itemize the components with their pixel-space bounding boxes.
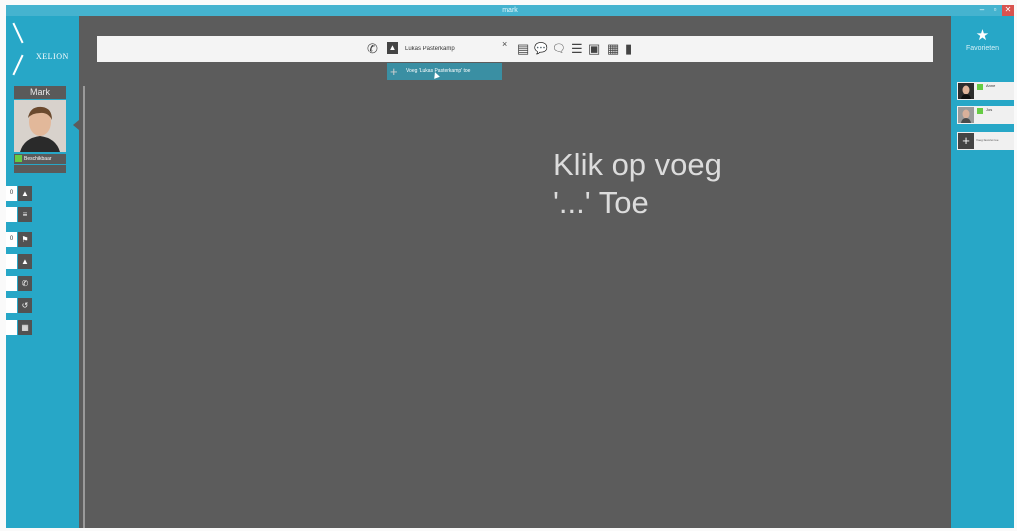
avatar[interactable]: [14, 100, 66, 152]
conversation-icon[interactable]: 🗨: [552, 41, 566, 57]
nav-item-contacts[interactable]: ▲: [6, 254, 32, 269]
nav-item-flags[interactable]: 0 ⚑: [6, 232, 32, 247]
warning-icon[interactable]: ▲: [18, 186, 32, 201]
main-panel: ✆ ▲ × ▤ 💬 🗨 ☰ ▣ ▦ ▮ + Voeg 'Lukas Paster…: [79, 16, 951, 528]
favorites-label: Favorieten: [965, 45, 1000, 52]
window-title-bar: mark – ▫ ✕: [6, 5, 1014, 16]
nav-item-list[interactable]: ≡: [6, 207, 32, 222]
phone-icon[interactable]: ✆: [18, 276, 32, 291]
star-icon[interactable]: ★: [951, 26, 1014, 44]
status-indicator: [977, 108, 983, 114]
avatar: [958, 107, 974, 123]
avatar-photo-icon: [14, 100, 66, 152]
chat-icon[interactable]: 💬: [534, 41, 548, 57]
close-button[interactable]: ✕: [1002, 5, 1014, 16]
favorite-name: Anne: [986, 83, 996, 88]
document-icon[interactable]: ▤: [517, 41, 529, 57]
bar-chart-icon[interactable]: ▮: [625, 41, 632, 57]
left-sidebar: XELION Mark Beschikbaar 0 ▲ ≡ 0 ⚑ ▲ ✆ ↺: [6, 16, 79, 528]
clear-search-icon[interactable]: ×: [502, 39, 507, 49]
list-icon[interactable]: ☰: [571, 41, 583, 57]
caption-line-2: '...' Toe: [553, 185, 649, 220]
caption-line-1: Klik op voeg: [553, 147, 722, 182]
status-indicator: [15, 155, 22, 162]
history-icon[interactable]: ↺: [18, 298, 32, 313]
plus-icon: +: [390, 64, 398, 79]
nav-item-calendar[interactable]: ▦: [6, 320, 32, 335]
logo-text: XELION: [36, 52, 69, 61]
nav-item-warnings[interactable]: 0 ▲: [6, 186, 32, 201]
favorites-sidebar: ★ Favorieten Anne Jos + Voeg favoriet to…: [951, 16, 1014, 528]
status-indicator: [977, 84, 983, 90]
favorite-name: Jos: [986, 107, 993, 112]
nav-count: 0: [6, 186, 17, 201]
favorite-item-anne[interactable]: Anne: [957, 82, 1014, 100]
calendar-icon[interactable]: ▣: [588, 41, 600, 57]
nav-count: [6, 276, 17, 291]
add-favorite-label: Voeg favoriet toe: [976, 138, 999, 142]
nav-item-history[interactable]: ↺: [6, 298, 32, 313]
minimize-button[interactable]: –: [976, 5, 988, 16]
contact-card-icon[interactable]: ▲: [387, 42, 398, 54]
nav-count: [6, 207, 17, 222]
add-contact-suggestion[interactable]: + Voeg 'Lukas Pasterkamp' toe: [387, 63, 502, 80]
grid-icon[interactable]: ▦: [607, 41, 619, 57]
tutorial-caption: Klik op voeg '...' Toe: [553, 146, 722, 222]
user-name: Mark: [14, 86, 66, 99]
window-title: mark: [502, 7, 518, 14]
avatar-photo-icon: [958, 107, 974, 123]
search-bar: ✆ ▲ × ▤ 💬 🗨 ☰ ▣ ▦ ▮: [97, 36, 933, 62]
nav-count: [6, 254, 17, 269]
list-icon[interactable]: ≡: [18, 207, 32, 222]
nav-item-calls[interactable]: ✆: [6, 276, 32, 291]
calendar-icon[interactable]: ▦: [18, 320, 32, 335]
favorite-item-jos[interactable]: Jos: [957, 106, 1014, 124]
maximize-button[interactable]: ▫: [989, 5, 1001, 16]
nav-count: [6, 298, 17, 313]
panel-divider: [83, 86, 85, 528]
status-message-field[interactable]: [14, 165, 66, 173]
nav-count: [6, 320, 17, 335]
phone-icon[interactable]: ✆: [367, 41, 378, 57]
contact-icon[interactable]: ▲: [18, 254, 32, 269]
avatar: [958, 83, 974, 99]
flag-icon[interactable]: ⚑: [18, 232, 32, 247]
presence-status[interactable]: Beschikbaar: [14, 154, 66, 164]
plus-icon: +: [958, 133, 974, 149]
nav-count: 0: [6, 232, 17, 247]
add-favorite-button[interactable]: + Voeg favoriet toe: [957, 132, 1014, 150]
avatar-photo-icon: [958, 83, 974, 99]
status-label: Beschikbaar: [24, 156, 52, 162]
search-input[interactable]: [405, 42, 495, 55]
